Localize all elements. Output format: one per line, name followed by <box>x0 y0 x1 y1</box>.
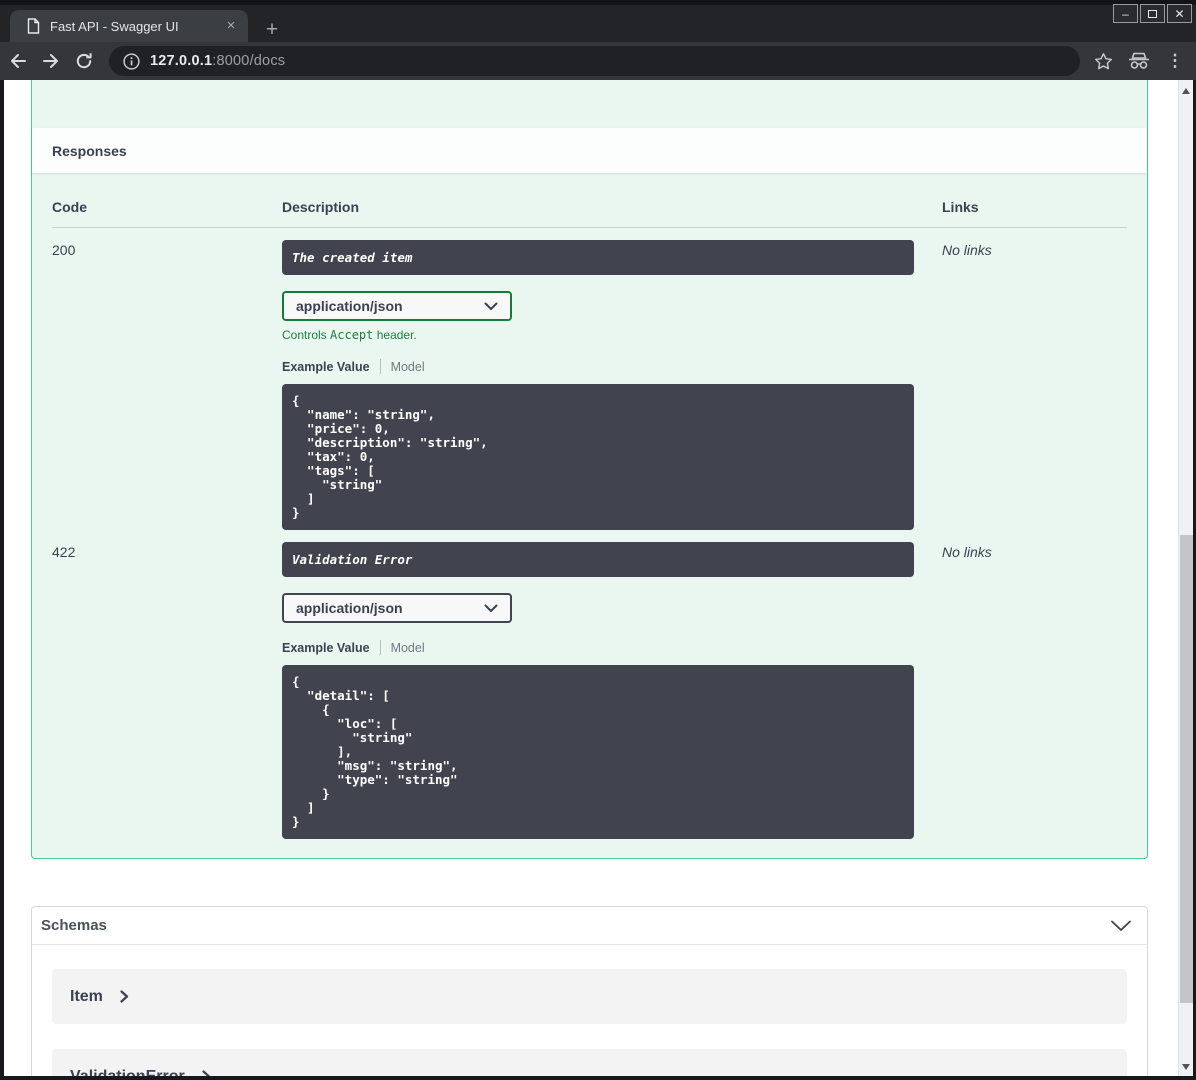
url-host: 127.0.0.1 <box>150 53 213 69</box>
minimize-button[interactable]: – <box>1113 4 1138 23</box>
tab-separator <box>379 359 381 374</box>
new-tab-button[interactable]: + <box>260 19 284 43</box>
page-document-icon <box>27 18 40 34</box>
schemas-body: Item ValidationError <box>32 945 1147 1076</box>
schema-name: ValidationError <box>70 1067 185 1077</box>
browser-titlebar: Fast API - Swagger UI × + – ✕ <box>0 0 1196 42</box>
scrollbar-down-arrow-icon[interactable] <box>1182 1064 1190 1070</box>
example-model-tabs: Example Value Model <box>282 640 914 655</box>
scrollbar-thumb[interactable] <box>1180 535 1193 1003</box>
maximize-icon <box>1148 9 1157 18</box>
schema-validationerror-card[interactable]: ValidationError <box>52 1049 1127 1076</box>
response-links: No links <box>942 544 992 560</box>
back-arrow-icon <box>11 54 26 68</box>
response-description-cell: Validation Error application/json Exampl… <box>282 542 914 839</box>
chevron-down-icon[interactable] <box>1109 919 1133 933</box>
forward-button[interactable] <box>36 46 66 76</box>
page-content: Responses Code Description Links 200 The… <box>4 80 1178 1076</box>
tab-title: Fast API - Swagger UI <box>50 18 179 34</box>
back-button[interactable] <box>3 46 33 76</box>
chevron-right-icon <box>202 1070 210 1076</box>
response-description-box: Validation Error <box>282 542 914 577</box>
browser-toolbar: 127.0.0.1:8000/docs ⋮ <box>0 42 1196 80</box>
reload-button[interactable] <box>69 46 99 76</box>
site-info-icon[interactable] <box>123 52 140 70</box>
page-scrollbar[interactable] <box>1178 80 1193 1076</box>
example-model-tabs: Example Value Model <box>282 359 914 374</box>
response-description-box: The created item <box>282 240 914 275</box>
response-row-422: 422 Validation Error application/json Ex… <box>52 530 1127 839</box>
response-description-cell: The created item application/json Contro… <box>282 240 914 530</box>
browser-tab[interactable]: Fast API - Swagger UI × <box>10 10 248 42</box>
media-type-select[interactable]: application/json <box>282 291 512 321</box>
example-json-422: { "detail": [ { "loc": [ "string" ], "ms… <box>282 665 914 839</box>
chevron-right-icon <box>120 990 129 1003</box>
incognito-indicator[interactable] <box>1124 46 1154 76</box>
opblock-spacer <box>32 80 1147 128</box>
browser-menu-button[interactable]: ⋮ <box>1160 46 1190 76</box>
schema-name: Item <box>70 987 103 1005</box>
chevron-down-icon <box>484 302 498 310</box>
url-path: :8000/docs <box>212 53 286 69</box>
accept-header-note: Controls Accept header. <box>282 328 417 342</box>
star-icon <box>1094 52 1112 69</box>
address-bar[interactable]: 127.0.0.1:8000/docs <box>109 46 1080 76</box>
tab-model[interactable]: Model <box>391 641 425 655</box>
schemas-header[interactable]: Schemas <box>32 907 1147 945</box>
responses-title: Responses <box>52 142 127 159</box>
bookmark-star-button[interactable] <box>1088 46 1118 76</box>
scrollbar-up-arrow-icon[interactable] <box>1182 88 1190 94</box>
schema-item-card[interactable]: Item <box>52 969 1127 1024</box>
chevron-down-icon <box>484 604 498 612</box>
schemas-section: Schemas Item ValidationError <box>31 906 1148 1076</box>
kebab-menu-icon: ⋮ <box>1166 51 1184 70</box>
media-type-value: application/json <box>296 600 403 616</box>
example-json-200: { "name": "string", "price": 0, "descrip… <box>282 384 914 530</box>
response-links: No links <box>942 242 992 258</box>
tab-close-icon[interactable]: × <box>222 17 240 35</box>
forward-arrow-icon <box>43 54 58 68</box>
schemas-title: Schemas <box>41 917 107 934</box>
tab-model[interactable]: Model <box>391 360 425 374</box>
tab-example-value[interactable]: Example Value <box>282 641 370 655</box>
reload-icon <box>76 53 92 69</box>
window-controls: – ✕ <box>1113 4 1192 23</box>
tab-separator <box>379 640 381 655</box>
maximize-button[interactable] <box>1140 4 1165 23</box>
header-links: Links <box>942 199 979 215</box>
header-description: Description <box>282 199 360 215</box>
tab-example-value[interactable]: Example Value <box>282 360 370 374</box>
responses-table: Code Description Links 200 The created i… <box>32 173 1147 839</box>
url-text: 127.0.0.1:8000/docs <box>150 53 285 69</box>
response-row-200: 200 The created item application/json Co… <box>52 228 1127 530</box>
responses-section-header: Responses <box>32 128 1147 173</box>
media-type-select[interactable]: application/json <box>282 593 512 623</box>
post-operation-panel: Responses Code Description Links 200 The… <box>31 80 1148 859</box>
incognito-icon <box>1129 52 1149 69</box>
close-button[interactable]: ✕ <box>1167 4 1192 23</box>
response-code: 200 <box>52 242 76 258</box>
media-type-value: application/json <box>296 298 403 314</box>
response-code: 422 <box>52 544 76 560</box>
header-code: Code <box>52 199 87 215</box>
responses-table-header: Code Description Links <box>52 187 1127 228</box>
